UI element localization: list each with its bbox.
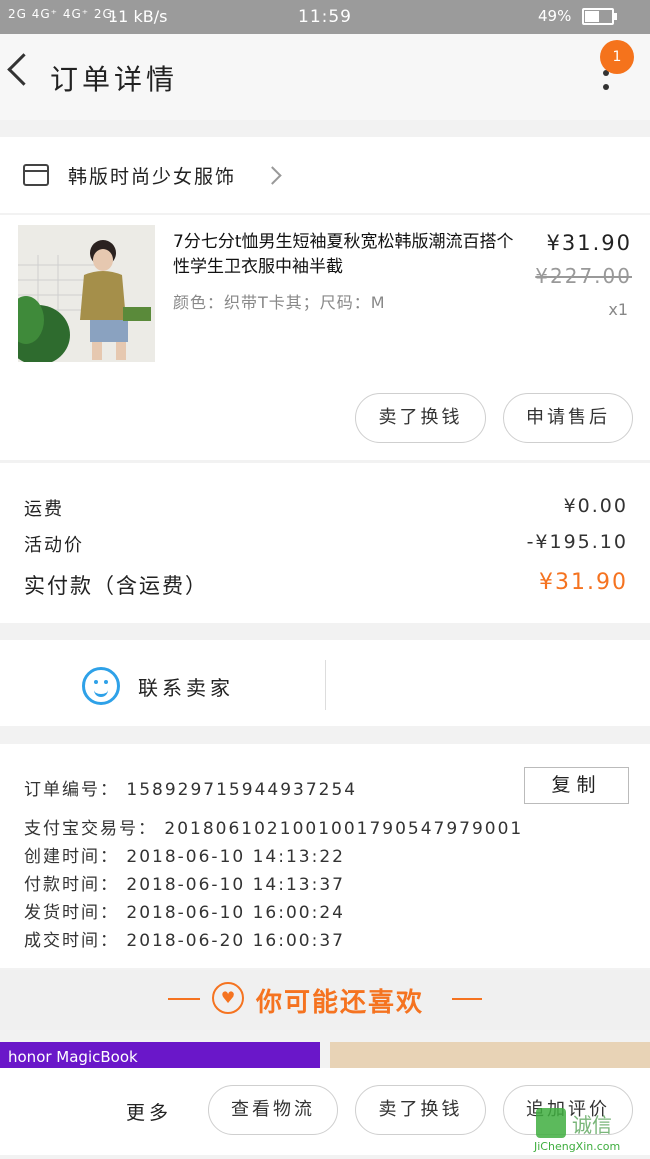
promo-label: 活动价 (24, 535, 84, 556)
product-title[interactable]: 7分七分t恤男生短袖夏秋宽松韩版潮流百搭个性学生卫衣服中袖半截 (173, 230, 518, 280)
shop-icon (23, 164, 49, 186)
completed-time: 成交时间： 2018-06-20 16:00:37 (24, 931, 345, 951)
view-logistics-button[interactable]: 查看物流 (208, 1085, 338, 1135)
shipping-label: 运费 (24, 499, 64, 520)
sell-button[interactable]: 卖了换钱 (355, 1085, 486, 1135)
shop-name[interactable]: 韩版时尚少女服饰 (68, 162, 236, 189)
network-speed: 11 kB/s (108, 7, 168, 26)
shipping-value: ¥0.00 (563, 495, 628, 517)
battery-icon (582, 8, 618, 25)
customer-service-icon[interactable] (82, 667, 120, 705)
copy-button[interactable]: 复制 (524, 767, 629, 804)
watermark-logo: 诚信 JiChengXin.com (530, 1100, 650, 1155)
svg-text:诚信: 诚信 (572, 1113, 612, 1137)
heart-icon: ♥ (212, 982, 244, 1014)
recommend-title: 你可能还喜欢 (256, 988, 425, 1018)
promo-value: -¥195.10 (526, 531, 628, 553)
clock: 11:59 (298, 7, 352, 27)
more-menu-icon[interactable] (603, 70, 609, 98)
contact-seller-button[interactable]: 联系卖家 (138, 672, 234, 701)
shipped-time: 发货时间： 2018-06-10 16:00:24 (24, 903, 345, 923)
after-sale-button[interactable]: 申请售后 (503, 393, 633, 443)
battery-percent: 49% (538, 7, 572, 25)
divider (452, 998, 482, 1000)
product-price: ¥31.90 (546, 231, 632, 255)
divider (325, 660, 326, 710)
original-price: ¥227.00 (535, 264, 632, 288)
created-time: 创建时间： 2018-06-10 14:13:22 (24, 847, 345, 867)
notification-badge[interactable]: 1 (600, 40, 634, 74)
product-spec: 颜色：织带T卡其；尺码：M (173, 293, 386, 312)
divider (168, 998, 200, 1000)
product-quantity: x1 (608, 300, 628, 319)
exchange-button[interactable]: 卖了换钱 (355, 393, 486, 443)
alipay-number: 支付宝交易号： 2018061021001001790547979001 (24, 819, 524, 839)
battery-indicator: 49% (538, 7, 618, 25)
paid-label: 实付款（含运费） (24, 574, 208, 598)
status-bar: 2G 4G⁺ 4G⁺ 2G. 11 kB/s 11:59 49% (0, 0, 650, 34)
ad-text: honor MagicBook (8, 1048, 138, 1066)
signal-indicator: 2G 4G⁺ 4G⁺ 2G. (8, 7, 118, 21)
more-button[interactable]: 更多 (126, 1098, 172, 1125)
paid-time: 付款时间： 2018-06-10 14:13:37 (24, 875, 345, 895)
page-title: 订单详情 (50, 63, 179, 96)
product-thumbnail[interactable] (18, 225, 155, 362)
order-number: 订单编号： 158929715944937254 (24, 780, 358, 800)
paid-value: ¥31.90 (539, 570, 628, 595)
